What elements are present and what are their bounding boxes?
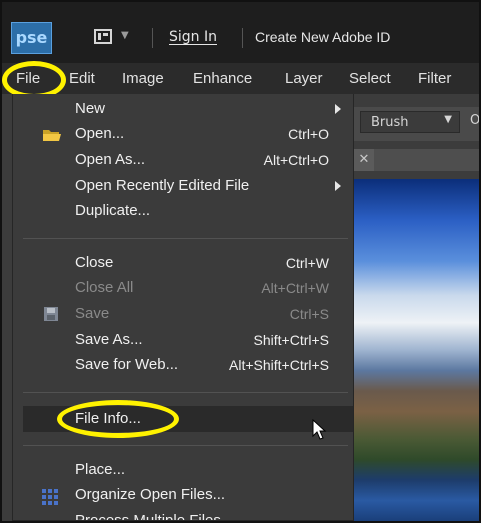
menu-item-process-multiple-files[interactable]: Process Multiple Files... (75, 512, 233, 520)
menu-edit[interactable]: Edit (69, 70, 95, 87)
highlight-ring (57, 400, 179, 438)
document-photo (352, 179, 479, 521)
folder-icon (43, 130, 61, 141)
menu-layer[interactable]: Layer (285, 70, 323, 87)
menu-item-open-as[interactable]: Open As... (75, 151, 145, 168)
menu-bar: File Edit Image Enhance Layer Select Fil… (2, 63, 479, 94)
shortcut-open: Ctrl+O (288, 126, 329, 142)
submenu-arrow-icon (335, 104, 341, 114)
brush-dropdown-label: Brush (371, 115, 409, 130)
document-tab-strip: ✕ (352, 149, 479, 171)
menu-image[interactable]: Image (122, 70, 164, 87)
close-tab-icon[interactable]: ✕ (354, 149, 374, 171)
title-separator (152, 28, 153, 48)
title-separator (242, 28, 243, 48)
shortcut-open-as: Alt+Ctrl+O (263, 152, 329, 168)
file-menu-dropdown: New Open... Ctrl+O Open As... Alt+Ctrl+O… (12, 94, 354, 521)
menu-filter[interactable]: Filter (418, 70, 451, 87)
menu-item-save: Save (75, 305, 110, 322)
shortcut-save-as: Shift+Ctrl+S (253, 332, 329, 348)
title-bar: pse ▼ Sign In Create New Adobe ID (2, 2, 479, 63)
menu-item-close[interactable]: Close (75, 254, 113, 271)
menu-item-open[interactable]: Open... (75, 125, 124, 142)
tool-options-bar: Brush ▼ O (352, 107, 479, 141)
create-adobe-id-link[interactable]: Create New Adobe ID (255, 29, 390, 45)
menu-item-duplicate[interactable]: Duplicate... (75, 202, 150, 219)
workspace-layout-button[interactable]: ▼ (90, 27, 132, 49)
menu-item-place[interactable]: Place... (75, 461, 125, 478)
shortcut-save: Ctrl+S (289, 306, 329, 322)
mouse-cursor-icon (312, 419, 327, 440)
submenu-arrow-icon (335, 181, 341, 191)
menu-item-close-all: Close All (75, 279, 134, 296)
grid-icon (42, 489, 58, 505)
menu-item-open-recent[interactable]: Open Recently Edited File (75, 177, 249, 194)
shortcut-close-all: Alt+Ctrl+W (261, 280, 329, 296)
menu-item-save-for-web[interactable]: Save for Web... (75, 356, 178, 373)
menu-separator (23, 392, 348, 393)
menu-item-save-as[interactable]: Save As... (75, 331, 143, 348)
menu-item-organize-open-files[interactable]: Organize Open Files... (75, 486, 225, 503)
sign-in-link[interactable]: Sign In (169, 29, 217, 45)
menu-separator (23, 445, 348, 446)
menu-item-new[interactable]: New (75, 100, 105, 117)
menu-separator (23, 238, 348, 239)
menu-select[interactable]: Select (349, 70, 391, 87)
shortcut-close: Ctrl+W (285, 255, 329, 271)
menu-enhance[interactable]: Enhance (193, 70, 252, 87)
pse-logo: pse (11, 22, 52, 54)
app-window: pse ▼ Sign In Create New Adobe ID File E… (0, 0, 481, 523)
caret-down-icon: ▼ (444, 114, 452, 125)
caret-down-icon: ▼ (121, 30, 129, 41)
shortcut-save-for-web: Alt+Shift+Ctrl+S (229, 357, 329, 373)
tool-option-label: O (470, 113, 481, 128)
layout-icon (94, 29, 112, 44)
brush-dropdown[interactable]: Brush ▼ (360, 111, 460, 133)
save-icon (44, 307, 58, 321)
